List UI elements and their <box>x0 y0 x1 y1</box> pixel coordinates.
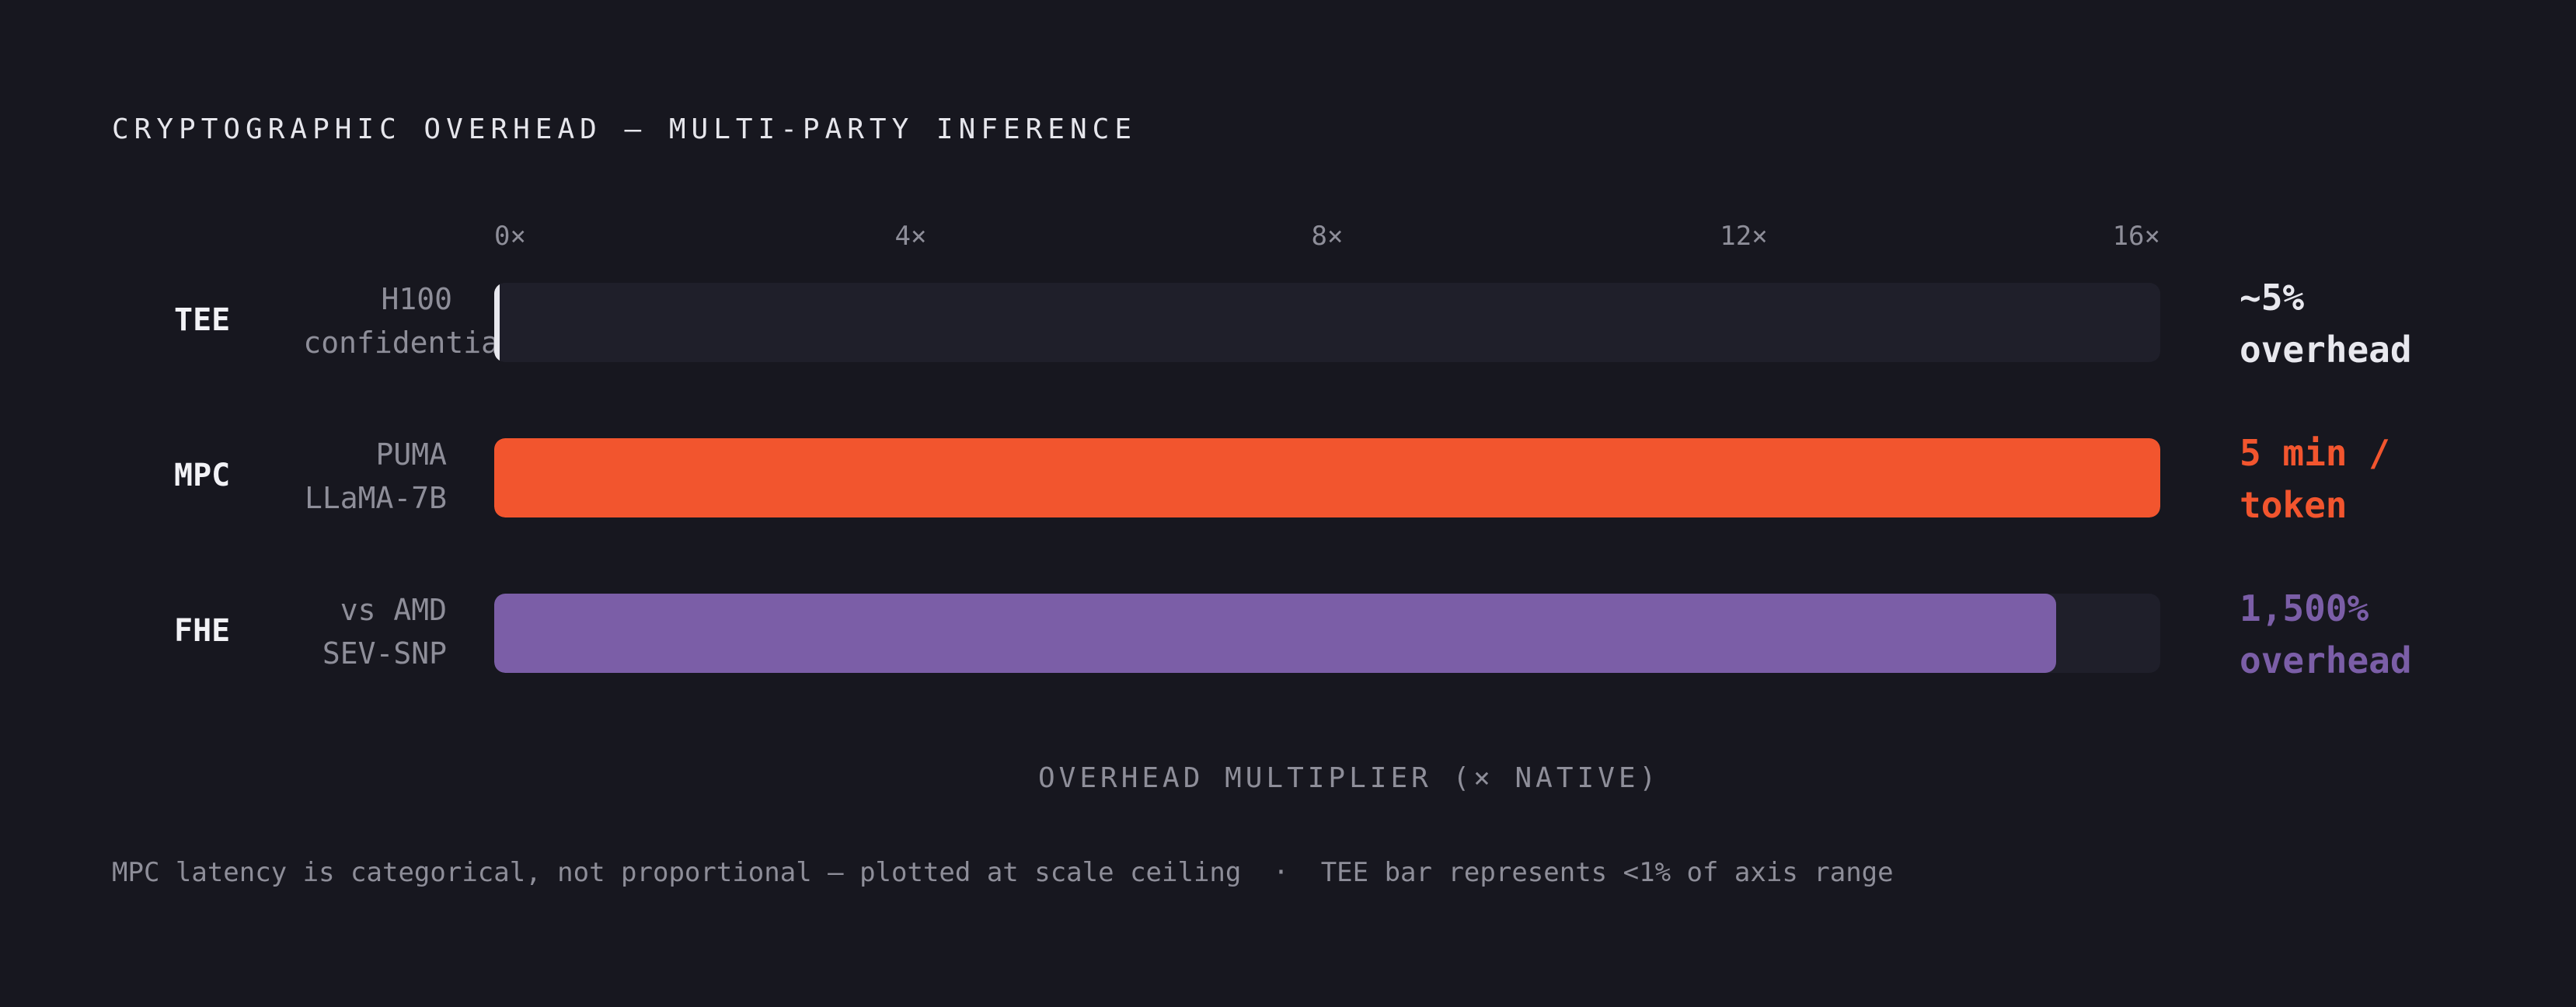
category-sublabel-line: H100 <box>381 282 452 316</box>
bar-annotation: 5 min / token <box>2240 427 2390 531</box>
category-sublabel-line: PUMA <box>375 437 447 472</box>
bar-annotation-line: ~5% <box>2240 277 2305 319</box>
category-sublabel: PUMA LLaMA-7B <box>183 433 447 520</box>
chart-footnote: MPC latency is categorical, not proporti… <box>112 857 1894 888</box>
bar-annotation: 1,500% overhead <box>2240 583 2412 687</box>
bar-annotation-line: 1,500% <box>2240 587 2369 629</box>
bar-annotation-line: overhead <box>2240 329 2412 371</box>
bar-track <box>494 438 2160 517</box>
category-sublabel-line: SEV-SNP <box>322 636 447 671</box>
x-tick-label: 16× <box>2112 221 2160 252</box>
category-sublabel: vs AMD SEV-SNP <box>183 588 447 675</box>
bar-annotation: ~5% overhead <box>2240 272 2412 376</box>
bar-annotation-line: overhead <box>2240 639 2412 681</box>
category-sublabel-line: confidentia <box>303 326 494 360</box>
x-axis-label: OVERHEAD MULTIPLIER (× NATIVE) <box>1038 762 1661 794</box>
bar-track <box>494 283 2160 362</box>
x-tick-label: 4× <box>894 221 927 252</box>
bar-annotation-line: token <box>2240 484 2348 526</box>
bar-mpc <box>494 438 2160 517</box>
category-sublabel: H100 confidentia <box>230 277 494 364</box>
bar-annotation-line: 5 min / <box>2240 432 2390 474</box>
category-label: TEE <box>174 302 231 338</box>
bar-tee <box>494 283 500 362</box>
category-sublabel-line: LLaMA-7B <box>304 481 447 515</box>
category-sublabel-line: vs AMD <box>340 593 447 627</box>
bar-track <box>494 594 2160 673</box>
chart-title: CRYPTOGRAPHIC OVERHEAD — MULTI-PARTY INF… <box>112 113 1137 145</box>
x-tick-label: 12× <box>1720 221 1768 252</box>
bar-fhe <box>494 594 2056 673</box>
x-tick-label: 8× <box>1311 221 1344 252</box>
x-tick-label: 0× <box>494 221 526 252</box>
